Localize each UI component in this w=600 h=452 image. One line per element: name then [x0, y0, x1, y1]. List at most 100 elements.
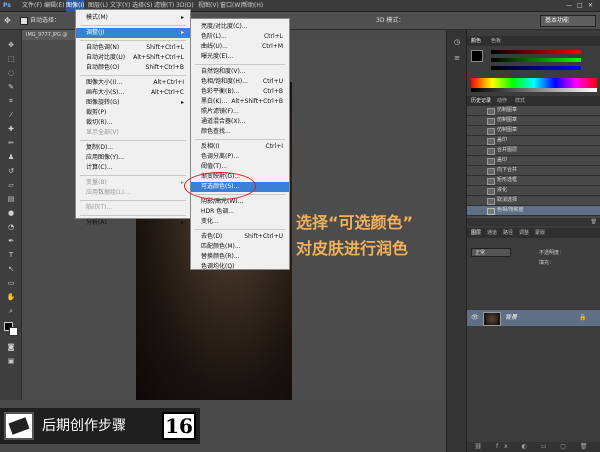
minimize-icon[interactable]: —: [566, 0, 572, 12]
hand-tool-icon[interactable]: ✋: [6, 292, 16, 302]
document-tab[interactable]: IMG_9777.JPG @: [22, 30, 82, 40]
image-menu-item[interactable]: 模式(M) ▸: [76, 13, 190, 23]
image-menu-item[interactable]: 计算(C)...: [76, 163, 190, 173]
menu-window[interactable]: 窗口(W): [220, 0, 243, 12]
tab-actions[interactable]: 动作: [497, 97, 507, 105]
history-brush-tool-icon[interactable]: ↺: [6, 166, 16, 176]
history-item[interactable]: 合并图层: [467, 146, 600, 156]
quick-mask-icon[interactable]: ◙: [6, 342, 16, 352]
history-item[interactable]: 仿制图章: [467, 126, 600, 136]
adjust-menu-item[interactable]: 色彩平衡(B)... Ctrl+B: [191, 87, 289, 97]
adjust-menu-item[interactable]: 照片滤镜(F)...: [191, 107, 289, 117]
healing-brush-tool-icon[interactable]: ✚: [6, 124, 16, 134]
adjust-menu-item[interactable]: 曲线(U)... Ctrl+M: [191, 42, 289, 52]
grayscale-ramp[interactable]: [471, 88, 597, 92]
adjust-menu-item[interactable]: 色调分离(P)...: [191, 152, 289, 162]
eye-icon[interactable]: 👁: [471, 314, 479, 321]
crop-tool-icon[interactable]: ⌗: [6, 96, 16, 106]
adjust-menu-item[interactable]: 自然饱和度(V)...: [191, 67, 289, 77]
adjust-menu-item[interactable]: 黑白(K)... Alt+Shift+Ctrl+B: [191, 97, 289, 107]
history-panel-icon[interactable]: ◷: [451, 38, 463, 48]
adjust-menu-item[interactable]: 色调均化(Q): [191, 262, 289, 272]
image-menu-item[interactable]: 裁剪(P): [76, 108, 190, 118]
red-slider[interactable]: [491, 50, 581, 54]
menu-file[interactable]: 文件(F): [22, 0, 42, 12]
image-menu-item[interactable]: 分析(A) ▸: [76, 218, 190, 228]
brush-tool-icon[interactable]: ✏: [6, 138, 16, 148]
screen-mode-icon[interactable]: ▣: [6, 356, 16, 366]
image-menu-item[interactable]: 自动颜色(O) Shift+Ctrl+B: [76, 63, 190, 73]
image-menu-item[interactable]: 图像旋转(G) ▸: [76, 98, 190, 108]
history-item-selected[interactable]: 色相/饱和度: [467, 206, 600, 216]
tab-paths[interactable]: 路径: [503, 229, 513, 237]
gradient-tool-icon[interactable]: ▤: [6, 194, 16, 204]
background-color-swatch[interactable]: [9, 327, 18, 336]
history-item[interactable]: 仿制图章: [467, 106, 600, 116]
history-item[interactable]: 取消选择: [467, 196, 600, 206]
shape-tool-icon[interactable]: ▭: [6, 278, 16, 288]
properties-panel-icon[interactable]: ≡: [451, 54, 463, 64]
tab-history[interactable]: 历史记录: [471, 97, 491, 105]
image-menu-item[interactable]: 复制(D)...: [76, 143, 190, 153]
history-trash-icon[interactable]: 🗑: [467, 218, 600, 226]
menu-help[interactable]: 帮助(H): [242, 0, 263, 12]
history-item[interactable]: 向下合并: [467, 166, 600, 176]
adjust-menu-item[interactable]: 曝光度(E)...: [191, 52, 289, 62]
close-icon[interactable]: ✕: [588, 0, 593, 12]
eyedropper-tool-icon[interactable]: ⁄: [6, 110, 16, 120]
lasso-tool-icon[interactable]: ◌: [6, 68, 16, 78]
adjust-menu-item[interactable]: 色阶(L)... Ctrl+L: [191, 32, 289, 42]
image-menu-item[interactable]: 自动对比度(U) Alt+Shift+Ctrl+L: [76, 53, 190, 63]
clone-stamp-tool-icon[interactable]: ♟: [6, 152, 16, 162]
tab-adjustments[interactable]: 调整: [519, 229, 529, 237]
green-slider[interactable]: [491, 58, 581, 62]
pen-tool-icon[interactable]: ✒: [6, 236, 16, 246]
menu-view[interactable]: 视图(V): [198, 0, 219, 12]
adjust-menu-item[interactable]: 匹配颜色(M)...: [191, 242, 289, 252]
history-item[interactable]: 液化: [467, 186, 600, 196]
blue-slider[interactable]: [491, 66, 581, 70]
history-item[interactable]: 盖印: [467, 156, 600, 166]
history-item[interactable]: 盖印: [467, 136, 600, 146]
adjust-menu-item[interactable]: 通道混合器(X)...: [191, 117, 289, 127]
image-menu-item[interactable]: 裁切(R)...: [76, 118, 190, 128]
tab-channels[interactable]: 通道: [487, 229, 497, 237]
layer-row-background[interactable]: 👁 背景 🔒: [467, 310, 600, 326]
path-selection-tool-icon[interactable]: ↖: [6, 264, 16, 274]
maximize-icon[interactable]: □: [577, 0, 583, 12]
adjust-menu-item[interactable]: 替换颜色(R)...: [191, 252, 289, 262]
history-item[interactable]: 仿制图章: [467, 116, 600, 126]
dodge-tool-icon[interactable]: ◔: [6, 222, 16, 232]
zoom-tool-icon[interactable]: ⌕: [6, 306, 16, 316]
color-panel-foreground[interactable]: [471, 50, 483, 62]
adjust-menu-item[interactable]: 色相/饱和度(H)... Ctrl+U: [191, 77, 289, 87]
history-item[interactable]: 矩形选框: [467, 176, 600, 186]
adjust-menu-item[interactable]: 颜色查找...: [191, 127, 289, 137]
tab-color[interactable]: 颜色: [471, 37, 481, 45]
layer-name[interactable]: 背景: [505, 310, 517, 326]
auto-select-checkbox[interactable]: [20, 17, 28, 25]
layers-footer-icons[interactable]: ⛓ fx ◐ ▭ ▢ 🗑: [467, 442, 600, 452]
adjust-menu-item[interactable]: 阈值(T)...: [191, 162, 289, 172]
type-tool-icon[interactable]: T: [6, 250, 16, 260]
image-menu-item[interactable]: 自动色调(N) Shift+Ctrl+L: [76, 43, 190, 53]
adjust-menu-item[interactable]: 亮度/对比度(C)...: [191, 22, 289, 32]
menu-edit[interactable]: 编辑(E): [44, 0, 64, 12]
tab-swatches[interactable]: 色板: [491, 37, 501, 45]
tab-styles[interactable]: 样式: [515, 97, 525, 105]
image-menu-item[interactable]: 画布大小(S)... Alt+Ctrl+C: [76, 88, 190, 98]
image-menu-item[interactable]: 应用图像(Y)...: [76, 153, 190, 163]
marquee-tool-icon[interactable]: ⬚: [6, 54, 16, 64]
adjust-menu-item[interactable]: 变化...: [191, 217, 289, 227]
workspace-select[interactable]: 基本功能: [540, 15, 596, 27]
adjust-menu-item[interactable]: 去色(D) Shift+Ctrl+U: [191, 232, 289, 242]
adjust-menu-item[interactable]: 反相(I) Ctrl+I: [191, 142, 289, 152]
move-tool-icon[interactable]: ✥: [6, 40, 16, 50]
eraser-tool-icon[interactable]: ▱: [6, 180, 16, 190]
move-tool-icon[interactable]: ✥: [4, 16, 16, 26]
color-ramp[interactable]: [471, 78, 597, 88]
adjust-menu-item[interactable]: HDR 色调...: [191, 207, 289, 217]
quick-select-tool-icon[interactable]: ✎: [6, 82, 16, 92]
blur-tool-icon[interactable]: ●: [6, 208, 16, 218]
image-menu-item[interactable]: 图像大小(I)... Alt+Ctrl+I: [76, 78, 190, 88]
